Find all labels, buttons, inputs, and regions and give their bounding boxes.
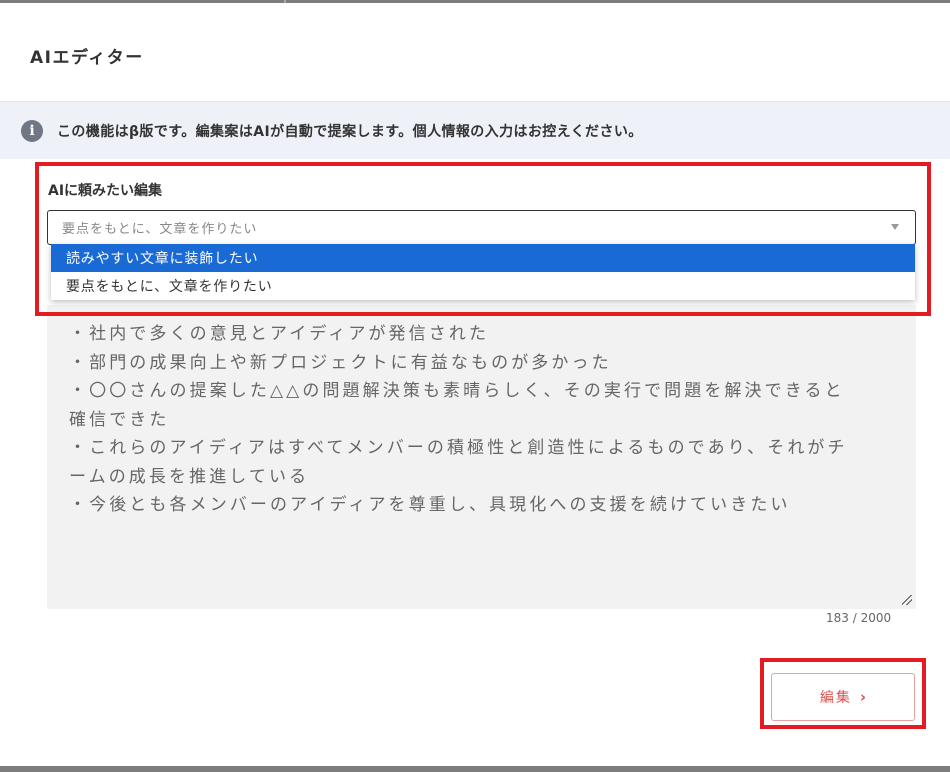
request-label: AIに頼みたい編集 [48, 183, 163, 199]
resize-handle-icon[interactable] [902, 595, 912, 605]
edit-button-label: 編集 [819, 690, 852, 706]
dialog-title: AIエディター [30, 48, 144, 68]
editor-line: ・社内で多くの意見とアイディアが発信された [69, 324, 490, 344]
editor-line: ・〇〇さんの提案した△△の問題解決策も素晴らしく、その実行で問題を解決できると [69, 381, 845, 401]
character-count: 183 / 2000 [826, 611, 892, 625]
select-value: 要点をもとに、文章を作りたい [62, 222, 258, 237]
editor-line: ・これらのアイディアはすべてメンバーの積極性と創造性によるものであり、それがチ [69, 438, 848, 458]
editor-line: ・今後とも各メンバーのアイディアを尊重し、具現化への支援を続けていきたい [69, 495, 791, 515]
chevron-down-icon [891, 224, 899, 230]
ai-editor-dialog: AIエディター i この機能はβ版です。編集案はAIが自動で提案します。個人情報… [0, 3, 950, 766]
edit-type-select[interactable]: 要点をもとに、文章を作りたい [47, 210, 916, 245]
dropdown-option-summary[interactable]: 要点をもとに、文章を作りたい [51, 272, 915, 300]
editor-line: 確信できた [69, 409, 170, 430]
beta-notice-bar: i この機能はβ版です。編集案はAIが自動で提案します。個人情報の入力はお控えく… [0, 101, 950, 159]
edit-type-dropdown: 読みやすい文章に装飾したい 要点をもとに、文章を作りたい [51, 244, 915, 300]
editor-textarea[interactable]: ・社内で多くの意見とアイディアが発信された ・部門の成果向上や新プロジェクトに有… [47, 305, 916, 609]
dropdown-option-decorate[interactable]: 読みやすい文章に装飾したい [51, 244, 915, 272]
background-overlay-bottom [0, 766, 950, 772]
edit-button[interactable]: 編集 › [771, 673, 915, 721]
editor-line: ・部門の成果向上や新プロジェクトに有益なものが多かった [69, 352, 612, 373]
beta-notice-text: この機能はβ版です。編集案はAIが自動で提案します。個人情報の入力はお控えくださ… [57, 123, 643, 140]
editor-line: ームの成長を推進している [69, 466, 310, 487]
chevron-right-icon: › [859, 688, 867, 706]
info-icon: i [21, 119, 43, 142]
